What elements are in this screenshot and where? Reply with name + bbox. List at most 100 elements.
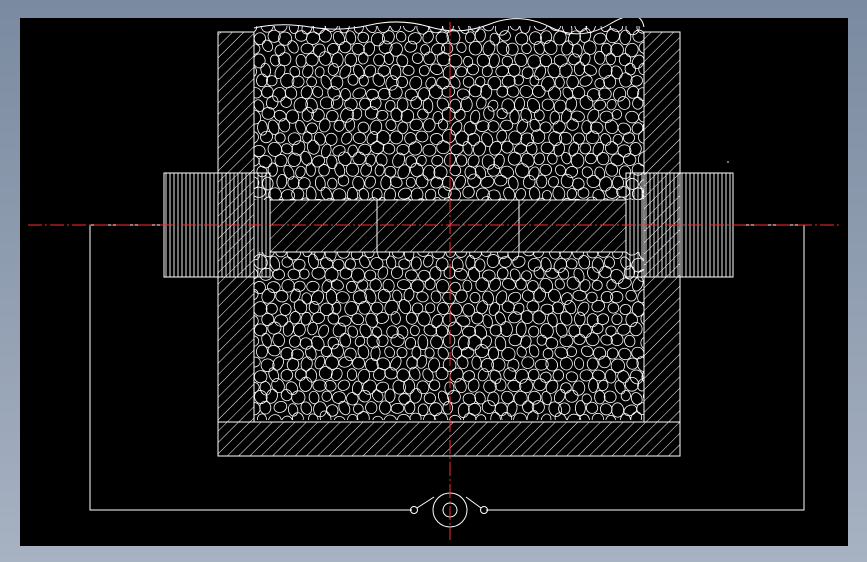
pore-cell xyxy=(528,325,540,338)
pore-cell xyxy=(332,31,346,46)
pore-cell xyxy=(476,300,489,315)
pore-cell xyxy=(366,88,379,101)
pore-cell xyxy=(506,85,520,98)
pore-cell xyxy=(547,152,558,165)
pore-cell xyxy=(291,390,306,405)
pore-cell xyxy=(308,300,320,314)
pore-cell xyxy=(436,76,450,90)
pore-cell xyxy=(553,30,567,46)
pore-cell xyxy=(277,52,292,67)
pore-cell xyxy=(364,175,376,189)
pore-cell xyxy=(521,270,532,282)
pore-cell xyxy=(611,313,623,326)
pore-cell xyxy=(318,29,332,43)
pore-cell xyxy=(509,268,521,282)
pore-cell xyxy=(383,51,394,65)
pore-cell xyxy=(326,109,339,123)
pore-cell xyxy=(262,39,274,52)
pore-cell xyxy=(507,151,522,166)
pore-cell xyxy=(331,391,346,404)
pore-cell xyxy=(462,392,477,406)
pore-cell xyxy=(403,26,416,32)
pore-cell xyxy=(364,64,377,78)
pore-cell xyxy=(407,32,422,45)
pore-cell xyxy=(541,98,555,111)
pore-cell xyxy=(579,279,591,293)
pore-cell xyxy=(417,87,430,102)
pore-cell xyxy=(508,291,522,304)
pore-cell xyxy=(330,95,344,110)
pore-cell xyxy=(338,41,352,54)
pore-cell xyxy=(299,376,313,392)
pore-cell xyxy=(622,132,635,144)
pore-cell xyxy=(579,323,592,339)
pore-cell xyxy=(404,401,416,415)
pore-cell xyxy=(506,401,518,417)
pore-cell xyxy=(411,302,424,315)
pore-cell xyxy=(404,132,417,145)
pore-cell xyxy=(402,65,415,76)
pore-cell xyxy=(594,390,606,405)
pore-cell xyxy=(450,143,464,156)
pore-cell xyxy=(451,346,463,359)
pore-cell xyxy=(579,369,594,382)
pore-cell xyxy=(586,175,601,189)
pore-cell xyxy=(513,302,525,315)
pore-cell xyxy=(521,66,534,79)
app-frame xyxy=(0,0,867,562)
pore-cell xyxy=(432,111,444,125)
drawing-canvas xyxy=(20,18,848,546)
pore-cell xyxy=(596,313,610,325)
pore-cell xyxy=(347,74,359,86)
pore-cell xyxy=(575,400,586,417)
pore-cell xyxy=(340,88,351,102)
pore-cell xyxy=(624,334,636,348)
pore-cell xyxy=(467,378,480,393)
pore-cell xyxy=(536,174,548,189)
pore-cell xyxy=(581,166,593,179)
pore-cell xyxy=(320,257,334,270)
pore-cell xyxy=(527,390,542,405)
pore-cell xyxy=(480,175,495,189)
pore-cell xyxy=(587,88,601,102)
pore-cell xyxy=(466,63,479,76)
pore-cell xyxy=(347,325,359,338)
pore-cell xyxy=(287,268,301,281)
pore-cell xyxy=(494,174,508,187)
pore-cell xyxy=(624,376,639,392)
pore-cell xyxy=(306,280,320,293)
electrode-rod xyxy=(269,199,627,253)
pore-cell xyxy=(593,99,606,111)
pore-cell xyxy=(515,277,527,291)
pore-cell xyxy=(422,143,437,157)
pore-cell xyxy=(617,370,630,384)
pore-cell xyxy=(571,43,583,58)
pore-cell xyxy=(396,54,409,68)
pore-cell xyxy=(555,164,566,177)
pore-cell xyxy=(345,162,360,177)
pore-cell xyxy=(377,288,391,303)
pore-cell xyxy=(422,97,434,114)
pore-cell xyxy=(573,61,586,77)
pore-cell xyxy=(377,266,389,280)
pore-cell xyxy=(542,348,554,360)
porous-bed-upper xyxy=(254,26,644,200)
pore-cell xyxy=(570,110,585,123)
pore-cell xyxy=(591,300,605,313)
pore-cell xyxy=(375,153,388,167)
pore-cell xyxy=(540,141,554,154)
pore-cell xyxy=(396,347,408,359)
cad-drawing xyxy=(28,18,840,540)
switch xyxy=(410,496,488,514)
pore-cell xyxy=(630,392,643,406)
pore-cell xyxy=(359,255,370,269)
pore-cell xyxy=(256,344,268,359)
pore-cell xyxy=(327,177,338,190)
pore-cell xyxy=(306,122,318,135)
pore-cell xyxy=(275,290,289,303)
pore-cell xyxy=(305,53,319,67)
pore-cell xyxy=(625,26,640,36)
pore-cell xyxy=(455,289,468,303)
pore-cell xyxy=(390,402,405,414)
pore-cell xyxy=(404,40,418,53)
